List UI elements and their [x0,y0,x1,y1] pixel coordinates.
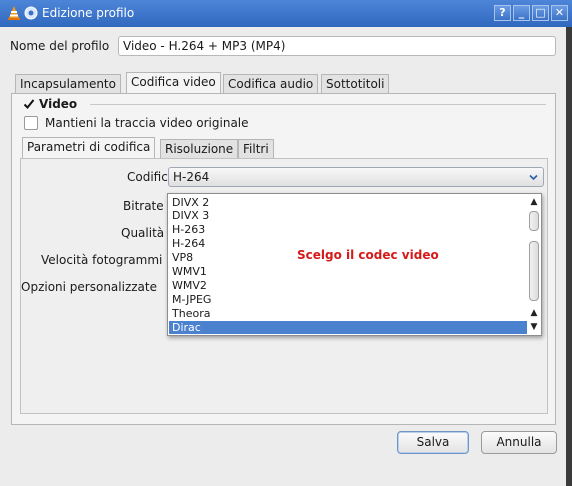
bitrate-label: Bitrate [123,199,164,213]
quality-label: Qualità [121,226,165,240]
subtab-risoluzione[interactable]: Risoluzione [160,139,239,158]
cancel-button[interactable]: Annulla [481,431,557,454]
list-item[interactable]: DIVX 3 [169,209,527,222]
keep-original-label: Mantieni la traccia video originale [45,116,249,130]
profile-name-value: Video - H.264 + MP3 (MP4) [123,39,286,53]
scroll-up-small-icon[interactable]: ▲ [527,307,541,319]
scroll-thumb-top[interactable] [529,211,539,231]
custom-options-label: Opzioni personalizzate [21,280,157,294]
subtab-parametri[interactable]: Parametri di codifica [22,137,156,158]
video-group-label: Video [39,97,78,111]
minimize-button[interactable]: _ [513,5,530,21]
video-enabled-checkmark-icon[interactable] [23,98,35,110]
save-button[interactable]: Salva [397,431,469,454]
annotation-text: Scelgo il codec video [297,248,439,262]
tab-sottotitoli[interactable]: Sottotitoli [321,74,390,93]
scroll-up-icon[interactable]: ▲ [527,196,541,208]
profile-name-field[interactable]: Video - H.264 + MP3 (MP4) [118,36,556,56]
chevron-down-icon [529,174,538,181]
dropdown-scrollbar[interactable]: ▲ ▲ ▼ [527,194,541,335]
tab-incapsulamento[interactable]: Incapsulamento [15,74,121,93]
list-item-selected[interactable]: Dirac [169,321,527,334]
scroll-thumb[interactable] [529,241,539,301]
keep-original-checkbox[interactable] [24,116,38,130]
profile-name-label: Nome del profilo [10,39,110,53]
list-item[interactable]: H-263 [169,223,527,236]
window-menu-icon[interactable] [23,5,39,21]
list-item[interactable]: Theora [169,307,527,320]
help-button[interactable]: ? [494,5,511,21]
tab-codifica-audio[interactable]: Codifica audio [223,74,319,93]
codec-selected-value: H-264 [173,170,210,184]
group-divider [90,104,546,105]
vlc-cone-icon [8,6,20,20]
title-bar: Edizione profilo ? _ □ ✕ [0,0,572,27]
window-title: Edizione profilo [42,6,135,20]
list-item[interactable]: DIVX 2 [169,196,527,209]
subtab-filtri[interactable]: Filtri [238,139,274,158]
scroll-down-icon[interactable]: ▼ [527,321,541,333]
framerate-label: Velocità fotogrammi [41,253,163,267]
list-item[interactable]: M-JPEG [169,293,527,306]
maximize-button[interactable]: □ [532,5,549,21]
tab-codifica-video[interactable]: Codifica video [126,72,221,93]
window-edge [566,27,572,486]
list-item[interactable]: WMV2 [169,279,527,292]
codec-dropdown-list[interactable]: DIVX 2 DIVX 3 H-263 H-264 VP8 WMV1 WMV2 … [167,193,542,336]
close-button[interactable]: ✕ [551,5,568,21]
codec-select[interactable]: H-264 [168,167,544,187]
list-item[interactable]: WMV1 [169,265,527,278]
